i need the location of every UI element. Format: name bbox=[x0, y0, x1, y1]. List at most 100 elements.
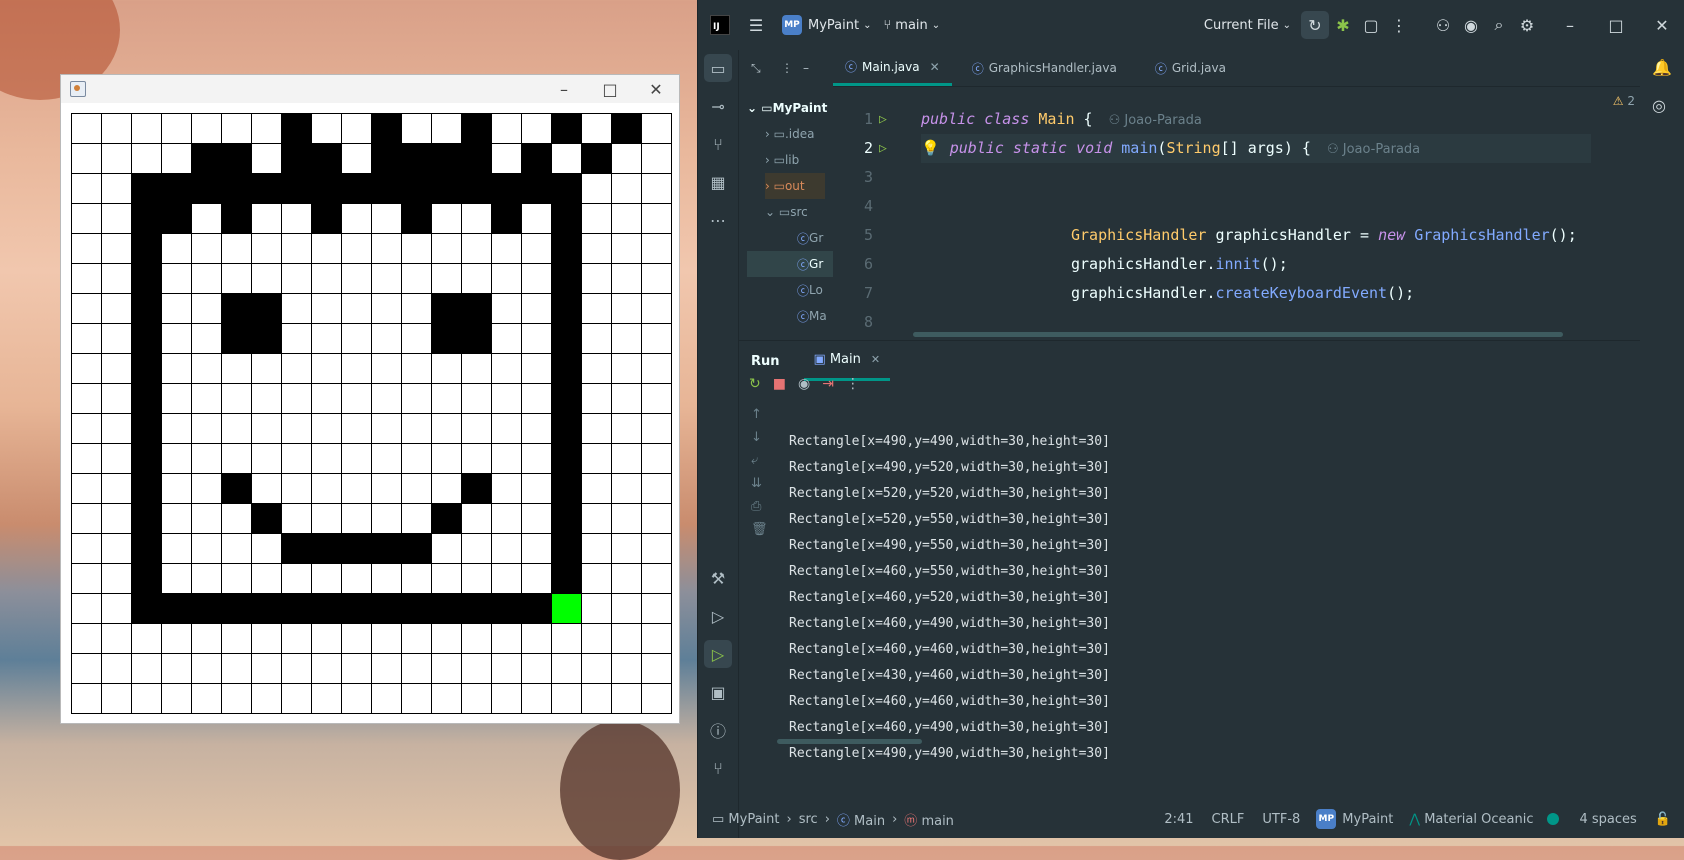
grid-cell[interactable] bbox=[191, 623, 222, 654]
code-area[interactable]: public class Main {⚇ Joao-Parada 💡 public… bbox=[921, 90, 1683, 340]
grid-cell[interactable] bbox=[311, 443, 342, 474]
grid-cell[interactable] bbox=[281, 683, 312, 714]
close-button[interactable]: ✕ bbox=[633, 75, 679, 103]
grid-cell[interactable] bbox=[251, 443, 282, 474]
grid-cell[interactable] bbox=[401, 203, 432, 234]
grid-cell[interactable] bbox=[161, 143, 192, 174]
grid-cell[interactable] bbox=[131, 143, 162, 174]
grid-cell[interactable] bbox=[461, 683, 492, 714]
grid-cell[interactable] bbox=[461, 203, 492, 234]
grid-cell[interactable] bbox=[191, 533, 222, 564]
grid-cell[interactable] bbox=[431, 473, 462, 504]
grid-cell[interactable] bbox=[101, 113, 132, 144]
grid-cell[interactable] bbox=[161, 563, 192, 594]
ai-assistant-side-icon[interactable]: ◎ bbox=[1652, 96, 1666, 115]
grid-cell[interactable] bbox=[71, 383, 102, 414]
grid-cell[interactable] bbox=[611, 473, 642, 504]
grid-cell[interactable] bbox=[521, 593, 552, 624]
grid-cell[interactable] bbox=[251, 623, 282, 654]
grid-cell[interactable] bbox=[461, 503, 492, 534]
branch-selector[interactable]: ⑂ main ⌄ bbox=[883, 18, 940, 33]
grid-cell[interactable] bbox=[551, 353, 582, 384]
grid-cell[interactable] bbox=[431, 263, 462, 294]
grid-cell[interactable] bbox=[101, 383, 132, 414]
grid-cell[interactable] bbox=[131, 173, 162, 204]
scroll-up-icon[interactable]: ↑ bbox=[751, 407, 768, 422]
grid-cell[interactable] bbox=[71, 113, 102, 144]
grid-cell[interactable] bbox=[371, 533, 402, 564]
grid-cell[interactable] bbox=[311, 293, 342, 324]
grid-cell[interactable] bbox=[581, 353, 612, 384]
grid-cell[interactable] bbox=[311, 323, 342, 354]
grid-cell[interactable] bbox=[611, 233, 642, 264]
add-user-icon[interactable]: ⚇ bbox=[1429, 11, 1457, 39]
grid-cell[interactable] bbox=[131, 233, 162, 264]
grid-cell[interactable] bbox=[221, 263, 252, 294]
grid-cell[interactable] bbox=[131, 653, 162, 684]
grid-cell[interactable] bbox=[191, 683, 222, 714]
grid-cell[interactable] bbox=[191, 233, 222, 264]
grid-cell[interactable] bbox=[641, 353, 672, 384]
grid-cell[interactable] bbox=[251, 323, 282, 354]
grid-cell[interactable] bbox=[641, 683, 672, 714]
grid-cell[interactable] bbox=[131, 473, 162, 504]
grid-cell[interactable] bbox=[101, 443, 132, 474]
grid-cell[interactable] bbox=[311, 683, 342, 714]
tree-item-class[interactable]: ⓒ Lo bbox=[797, 277, 823, 303]
grid-cell[interactable] bbox=[221, 413, 252, 444]
grid-cell[interactable] bbox=[131, 353, 162, 384]
grid-cell[interactable] bbox=[401, 623, 432, 654]
grid-cell[interactable] bbox=[581, 323, 612, 354]
grid-cell[interactable] bbox=[161, 263, 192, 294]
grid-cell[interactable] bbox=[161, 233, 192, 264]
grid-cell[interactable] bbox=[281, 593, 312, 624]
grid-cell[interactable] bbox=[611, 113, 642, 144]
status-crumb-src[interactable]: src bbox=[799, 812, 818, 827]
grid-cell[interactable] bbox=[191, 593, 222, 624]
grid-cell[interactable] bbox=[281, 203, 312, 234]
grid-cell[interactable] bbox=[611, 293, 642, 324]
grid-cell[interactable] bbox=[491, 293, 522, 324]
grid-cell[interactable] bbox=[401, 683, 432, 714]
grid-cell[interactable] bbox=[221, 383, 252, 414]
tree-item-class[interactable]: ⓒ Ma bbox=[797, 303, 827, 329]
grid-cell[interactable] bbox=[161, 683, 192, 714]
grid-cell[interactable] bbox=[521, 323, 552, 354]
grid-cell[interactable] bbox=[491, 413, 522, 444]
grid-cell[interactable] bbox=[641, 623, 672, 654]
grid-cell[interactable] bbox=[491, 143, 522, 174]
grid-cell[interactable] bbox=[491, 233, 522, 264]
console-h-scrollbar[interactable] bbox=[777, 739, 922, 744]
search-icon[interactable]: ⌕ bbox=[1485, 11, 1513, 39]
grid-cell[interactable] bbox=[191, 473, 222, 504]
grid-cell[interactable] bbox=[521, 473, 552, 504]
grid-cell[interactable] bbox=[281, 293, 312, 324]
tree-root[interactable]: ⌄ ▭ MyPaint bbox=[747, 95, 827, 121]
trash-icon[interactable]: 🗑 bbox=[751, 522, 768, 537]
grid-cell[interactable] bbox=[641, 173, 672, 204]
grid-cell[interactable] bbox=[461, 263, 492, 294]
grid-cell[interactable] bbox=[281, 263, 312, 294]
grid-cell[interactable] bbox=[341, 593, 372, 624]
grid-cell[interactable] bbox=[191, 563, 222, 594]
grid-cell[interactable] bbox=[251, 143, 282, 174]
grid-cell[interactable] bbox=[311, 563, 342, 594]
grid-cell[interactable] bbox=[281, 113, 312, 144]
grid-cell[interactable] bbox=[101, 593, 132, 624]
grid-cell[interactable] bbox=[341, 143, 372, 174]
grid-cell[interactable] bbox=[71, 263, 102, 294]
grid-cell[interactable] bbox=[221, 293, 252, 324]
grid-cell[interactable] bbox=[401, 653, 432, 684]
grid-cell[interactable] bbox=[251, 233, 282, 264]
grid-cell[interactable] bbox=[641, 653, 672, 684]
grid-cell[interactable] bbox=[461, 413, 492, 444]
main-menu-icon[interactable]: ☰ bbox=[742, 11, 770, 39]
grid-cell[interactable] bbox=[71, 623, 102, 654]
grid-cell[interactable] bbox=[131, 113, 162, 144]
grid-cell[interactable] bbox=[521, 113, 552, 144]
grid-cell[interactable] bbox=[491, 473, 522, 504]
grid-cell[interactable] bbox=[461, 113, 492, 144]
grid-cell[interactable] bbox=[431, 593, 462, 624]
grid-cell[interactable] bbox=[131, 563, 162, 594]
grid-cell[interactable] bbox=[641, 533, 672, 564]
